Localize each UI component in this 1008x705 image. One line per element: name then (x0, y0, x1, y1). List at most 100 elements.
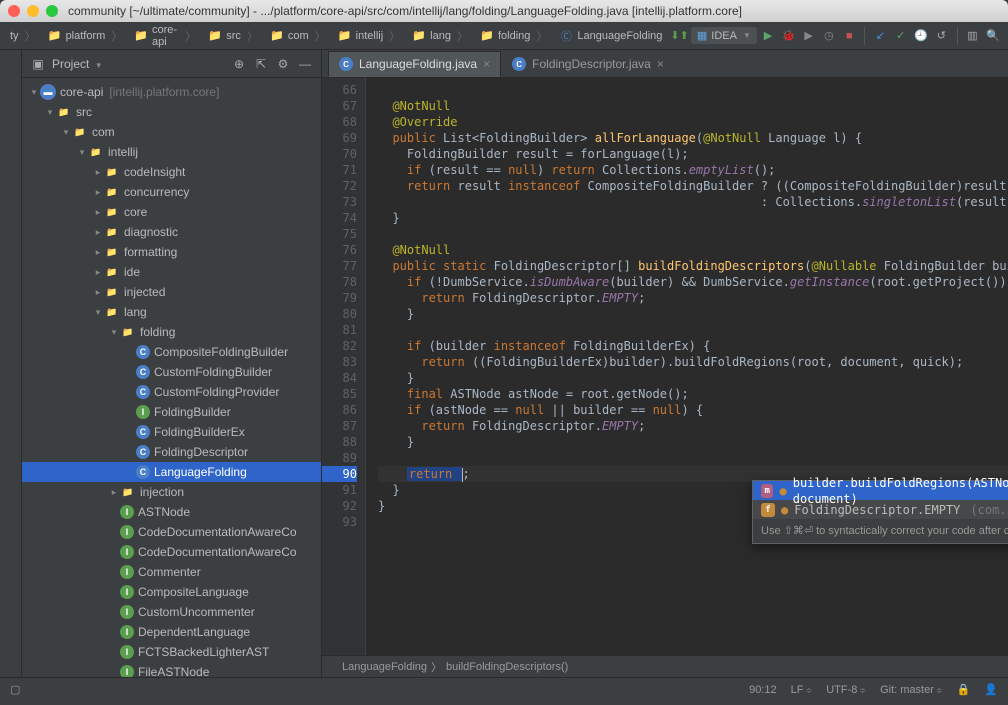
tree-node[interactable]: CFoldingBuilderEx (22, 422, 321, 442)
hide-panel-icon[interactable]: — (297, 56, 313, 72)
tree-node[interactable]: CCompositeFoldingBuilder (22, 342, 321, 362)
cls-icon: C (136, 425, 150, 439)
tree-node[interactable]: ▸📁diagnostic (22, 222, 321, 242)
tree-node[interactable]: ▸📁formatting (22, 242, 321, 262)
completion-item[interactable]: m ● builder.buildFoldRegions(ASTNode nod… (753, 481, 1008, 500)
close-window[interactable] (8, 5, 20, 17)
tree-node[interactable]: CCustomFoldingProvider (22, 382, 321, 402)
editor-tab[interactable]: CLanguageFolding.java× (328, 51, 501, 77)
tree-node[interactable]: ▸📁concurrency (22, 182, 321, 202)
collapse-all-icon[interactable]: ⇱ (253, 56, 269, 72)
folder-icon: 📁 (338, 29, 352, 43)
close-tab-icon[interactable]: × (483, 57, 490, 71)
tree-node[interactable]: ▾📁intellij (22, 142, 321, 162)
breadcrumb-item[interactable]: 📁platform〉 (44, 28, 129, 44)
tree-node[interactable]: CFoldingDescriptor (22, 442, 321, 462)
breadcrumb-class[interactable]: LanguageFolding (342, 661, 427, 673)
tree-node[interactable]: ▸📁injected (22, 282, 321, 302)
tree-node[interactable]: ICustomUncommenter (22, 602, 321, 622)
tree-node[interactable]: ▾📁src (22, 102, 321, 122)
search-everywhere-button[interactable]: 🔍 (984, 25, 1002, 47)
tree-node[interactable]: ▸📁ide (22, 262, 321, 282)
code-editor[interactable]: 6667686970717273747576777879808182838485… (322, 78, 1008, 655)
tree-node[interactable]: ▸📁injection (22, 482, 321, 502)
pkg-icon: 📁 (104, 184, 120, 200)
scroll-from-source-icon[interactable]: ⊕ (231, 56, 247, 72)
project-tree[interactable]: ▾▬core-api[intellij.platform.core]▾📁src▾… (22, 78, 321, 677)
close-tab-icon[interactable]: × (657, 57, 664, 71)
tree-node[interactable]: ▾📁com (22, 122, 321, 142)
window-title: community [~/ultimate/community] - .../p… (68, 4, 742, 18)
folder-icon: 📁 (48, 29, 62, 43)
vcs-history-button[interactable]: 🕘 (912, 25, 930, 47)
breadcrumb-item[interactable]: 📁src〉 (204, 28, 264, 44)
breadcrumb-item[interactable]: 📁core-api〉 (130, 24, 202, 48)
line-separator[interactable]: LF≑ (791, 684, 813, 696)
file-encoding[interactable]: UTF-8≑ (826, 684, 866, 696)
breadcrumb-item[interactable]: 📁lang〉 (408, 28, 474, 44)
class-icon: C (339, 57, 353, 71)
tree-node[interactable]: ▸📁codeInsight (22, 162, 321, 182)
tree-node[interactable]: IFCTSBackedLighterAST (22, 642, 321, 662)
tree-node[interactable]: ICommenter (22, 562, 321, 582)
vcs-commit-button[interactable]: ✓ (892, 25, 910, 47)
breadcrumb-item[interactable]: 📁intellij〉 (334, 28, 407, 44)
iface-icon: I (120, 525, 134, 539)
project-tool-window: ▣ Project ▼ ⊕ ⇱ ⚙ — ▾▬core-api[intellij.… (22, 50, 322, 677)
pkg-icon: 📁 (120, 324, 136, 340)
class-icon: Ⓒ (559, 29, 573, 43)
tree-node[interactable]: ▸📁core (22, 202, 321, 222)
tree-node[interactable]: IDependentLanguage (22, 622, 321, 642)
debug-button[interactable]: 🐞 (779, 25, 797, 47)
zoom-window[interactable] (46, 5, 58, 17)
tree-node[interactable]: CCustomFoldingBuilder (22, 362, 321, 382)
folder-icon: 📁 (208, 29, 222, 43)
tree-node[interactable]: ▾▬core-api[intellij.platform.core] (22, 82, 321, 102)
completion-hint: Use ⇧⌘⏎ to syntactically correct your co… (753, 519, 1008, 543)
breadcrumb-item[interactable]: 📁com〉 (266, 28, 332, 44)
tree-node[interactable]: IFoldingBuilder (22, 402, 321, 422)
tree-node[interactable]: CLanguageFolding (22, 462, 321, 482)
tree-node[interactable]: ICodeDocumentationAwareCo (22, 522, 321, 542)
vcs-update-button[interactable]: ↙ (871, 25, 889, 47)
iface-icon: I (120, 545, 134, 559)
readonly-lock-icon[interactable]: 🔒 (957, 683, 971, 696)
pkg-icon: 📁 (120, 484, 136, 500)
project-structure-button[interactable]: ▥ (963, 25, 981, 47)
settings-gear-icon[interactable]: ⚙ (275, 56, 291, 72)
pkg-icon: 📁 (88, 144, 104, 160)
class-icon: C (512, 57, 526, 71)
left-gutter[interactable] (0, 50, 22, 677)
tree-node[interactable]: ICompositeLanguage (22, 582, 321, 602)
breadcrumb-method[interactable]: buildFoldingDescriptors() (446, 661, 568, 673)
minimize-window[interactable] (27, 5, 39, 17)
caret-position[interactable]: 90:12 (749, 684, 777, 696)
line-number-gutter[interactable]: 6667686970717273747576777879808182838485… (322, 78, 366, 655)
stop-button[interactable]: ■ (840, 25, 858, 47)
inspection-indicator[interactable]: 👤 (984, 683, 998, 696)
editor-breadcrumb: LanguageFolding 〉 buildFoldingDescriptor… (322, 655, 1008, 677)
tree-node[interactable]: ▾📁lang (22, 302, 321, 322)
editor-tab[interactable]: CFoldingDescriptor.java× (501, 51, 675, 77)
tree-node[interactable]: ICodeDocumentationAwareCo (22, 542, 321, 562)
git-branch[interactable]: Git: master≑ (880, 684, 943, 696)
completion-item[interactable]: f ● FoldingDescriptor.EMPTY (com.intelli… (753, 500, 1008, 519)
breadcrumb-item[interactable]: ⒸLanguageFolding (555, 29, 666, 43)
code-content[interactable]: @NotNull @Override public List<FoldingBu… (366, 78, 1008, 655)
tree-node[interactable]: IFileASTNode (22, 662, 321, 677)
breadcrumb-item[interactable]: 📁folding〉 (476, 28, 553, 44)
iface-icon: I (120, 565, 134, 579)
tree-node[interactable]: IASTNode (22, 502, 321, 522)
coverage-button[interactable]: ▶ (800, 25, 818, 47)
project-view-icon[interactable]: ▣ (30, 56, 46, 72)
run-config-selector[interactable]: ▦IDEA▼ (691, 27, 757, 44)
breadcrumb-item[interactable]: ty〉 (6, 28, 42, 44)
profile-button[interactable]: ◷ (820, 25, 838, 47)
iface-icon: I (120, 665, 134, 677)
run-button[interactable]: ▶ (759, 25, 777, 47)
vcs-revert-button[interactable]: ↺ (932, 25, 950, 47)
mod-icon: ▬ (40, 84, 56, 100)
tree-node[interactable]: ▾📁folding (22, 322, 321, 342)
status-icon[interactable]: ▢ (10, 683, 20, 696)
build-button[interactable]: ⬇⬆ (670, 25, 688, 47)
